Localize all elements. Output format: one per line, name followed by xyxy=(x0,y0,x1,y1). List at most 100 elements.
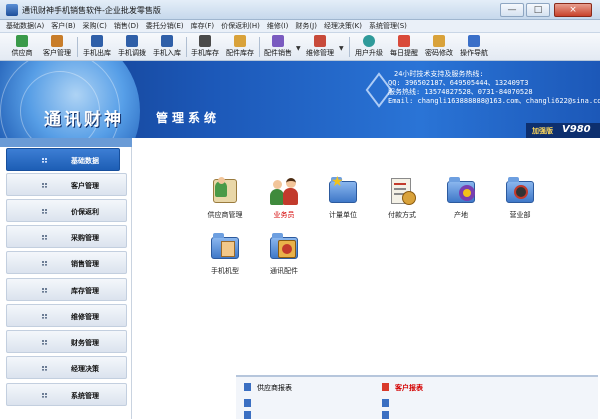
change-password-button[interactable]: 密码修改 xyxy=(422,34,456,60)
grip-icon xyxy=(42,235,47,240)
accessory-icon xyxy=(268,231,300,263)
reminder-icon xyxy=(398,35,410,47)
menu-price-rebate[interactable]: 价保返利(H) xyxy=(221,21,260,31)
menu-bar: 基础数据(A) 客户(B) 采购(C) 销售(D) 委托分销(E) 库存(F) … xyxy=(0,20,600,33)
module-payment-method[interactable]: 付款方式 xyxy=(377,175,427,225)
toolbar-separator xyxy=(259,37,260,57)
edition-label: 加强版 xyxy=(532,127,553,135)
phone-model-icon xyxy=(209,231,241,263)
support-info: 24小时技术支持及服务热线: QQ: 396502187、649505444、1… xyxy=(388,70,600,106)
sidebar-item-manager-decision[interactable]: 经理决策 xyxy=(6,356,127,379)
menu-repair[interactable]: 维修(I) xyxy=(267,21,289,31)
phone-out-icon xyxy=(91,35,103,47)
menu-manager-decision[interactable]: 经理决策(K) xyxy=(324,21,362,31)
phone-stock-button[interactable]: 手机库存 xyxy=(188,34,222,60)
supplier-button[interactable]: 供应商 xyxy=(6,34,38,60)
main-panel: 供应商管理 业务员 ★ 计量单位 付款方式 产地 营业部 手机机型 通讯配件 供… xyxy=(133,138,600,419)
report-icon xyxy=(244,383,251,391)
sidebar-item-customer[interactable]: 客户管理 xyxy=(6,173,127,196)
toolbar-separator xyxy=(186,37,187,57)
module-unit[interactable]: ★ 计量单位 xyxy=(318,175,368,225)
grip-icon xyxy=(42,183,47,188)
phone-transfer-button[interactable]: 手机调拨 xyxy=(115,34,149,60)
toolbar-separator xyxy=(349,37,350,57)
repair-icon xyxy=(314,35,326,47)
report-supplier-item[interactable] xyxy=(244,399,257,408)
supplier-mgmt-icon xyxy=(209,175,241,207)
phone-transfer-icon xyxy=(126,35,138,47)
sidebar-item-sales[interactable]: 销售管理 xyxy=(6,251,127,274)
brand-subtitle: 管理系统 xyxy=(156,111,221,125)
supplier-icon xyxy=(16,35,28,47)
repair-dropdown-arrow[interactable]: ▼ xyxy=(339,45,344,52)
parts-sales-icon xyxy=(272,35,284,47)
sidebar-item-repair[interactable]: 维修管理 xyxy=(6,304,127,327)
sidebar-item-purchase[interactable]: 采购管理 xyxy=(6,225,127,248)
report-icon xyxy=(244,411,251,419)
module-supplier-mgmt[interactable]: 供应商管理 xyxy=(200,175,250,225)
menu-consignment[interactable]: 委托分销(E) xyxy=(146,21,184,31)
parts-sales-button[interactable]: 配件销售 xyxy=(261,34,295,60)
grip-icon xyxy=(42,261,47,266)
guide-button[interactable]: 操作导航 xyxy=(457,34,491,60)
payment-method-icon xyxy=(386,175,418,207)
module-salesperson[interactable]: 业务员 xyxy=(259,175,309,225)
close-button[interactable]: × xyxy=(554,3,592,17)
parts-stock-button[interactable]: 配件库存 xyxy=(223,34,257,60)
module-branch[interactable]: 营业部 xyxy=(495,175,545,225)
version-number: V980 xyxy=(562,124,591,135)
menu-basic-data[interactable]: 基础数据(A) xyxy=(6,21,44,31)
report-icon xyxy=(382,399,389,407)
daily-reminder-button[interactable]: 每日提醒 xyxy=(387,34,421,60)
menu-finance[interactable]: 财务(J) xyxy=(295,21,317,31)
guide-icon xyxy=(468,35,480,47)
module-accessory[interactable]: 通讯配件 xyxy=(259,231,309,281)
menu-system-mgmt[interactable]: 系统管理(S) xyxy=(369,21,407,31)
app-icon xyxy=(6,4,18,16)
report-customer-item[interactable] xyxy=(382,411,395,419)
menu-sales[interactable]: 销售(D) xyxy=(114,21,139,31)
phone-in-icon xyxy=(161,35,173,47)
parts-sales-dropdown-arrow[interactable]: ▼ xyxy=(296,45,301,52)
report-supplier[interactable]: 供应商报表 xyxy=(244,383,292,393)
customer-mgmt-button[interactable]: 客户管理 xyxy=(40,34,74,60)
sidebar-item-finance[interactable]: 财务管理 xyxy=(6,330,127,353)
phone-in-button[interactable]: 手机入库 xyxy=(150,34,184,60)
report-icon xyxy=(382,383,389,391)
toolbar: 供应商 客户管理 手机出库 手机调拨 手机入库 手机库存 配件库存 配件销售 ▼… xyxy=(0,33,600,61)
report-supplier-item[interactable] xyxy=(244,411,257,419)
sidebar-item-price-rebate[interactable]: 价保返利 xyxy=(6,199,127,222)
upgrade-icon xyxy=(363,35,375,47)
minimize-button[interactable]: — xyxy=(500,3,524,17)
report-icon xyxy=(244,399,251,407)
menu-inventory[interactable]: 库存(F) xyxy=(191,21,215,31)
phone-out-button[interactable]: 手机出库 xyxy=(80,34,114,60)
report-icon xyxy=(382,411,389,419)
report-customer[interactable]: 客户报表 xyxy=(382,383,423,393)
report-customer-item[interactable] xyxy=(382,399,395,408)
reports-panel: 供应商报表 客户报表 xyxy=(236,375,598,419)
branch-icon xyxy=(504,175,536,207)
sidebar-item-inventory[interactable]: 库存管理 xyxy=(6,278,127,301)
sidebar: 基础数据 客户管理 价保返利 采购管理 销售管理 库存管理 维修管理 财务管理 … xyxy=(0,138,132,419)
version-badge: 加强版 V980 xyxy=(526,123,600,138)
menu-customer[interactable]: 客户(B) xyxy=(51,21,75,31)
grip-icon xyxy=(42,288,47,293)
salesperson-icon xyxy=(268,175,300,207)
sidebar-item-basic-data[interactable]: 基础数据 xyxy=(6,148,120,171)
grip-icon xyxy=(42,340,47,345)
phone-stock-icon xyxy=(199,35,211,47)
window-title: 通讯财神手机销售软件-企业批发零售版 xyxy=(22,6,161,15)
header-banner: 通讯财神 管理系统 24小时技术支持及服务热线: QQ: 396502187、6… xyxy=(0,61,600,138)
sidebar-header-strip xyxy=(0,138,132,147)
repair-mgmt-button[interactable]: 维修管理 xyxy=(303,34,337,60)
service-phone: 服务热线: 13574827528、0731-84070528 xyxy=(388,88,533,96)
module-phone-model[interactable]: 手机机型 xyxy=(200,231,250,281)
maximize-button[interactable]: □ xyxy=(526,3,550,17)
grip-icon xyxy=(42,209,47,214)
user-upgrade-button[interactable]: 用户升级 xyxy=(352,34,386,60)
module-origin[interactable]: 产地 xyxy=(436,175,486,225)
sidebar-item-system-mgmt[interactable]: 系统管理 xyxy=(6,383,127,406)
lock-icon xyxy=(433,35,445,47)
menu-purchase[interactable]: 采购(C) xyxy=(83,21,107,31)
